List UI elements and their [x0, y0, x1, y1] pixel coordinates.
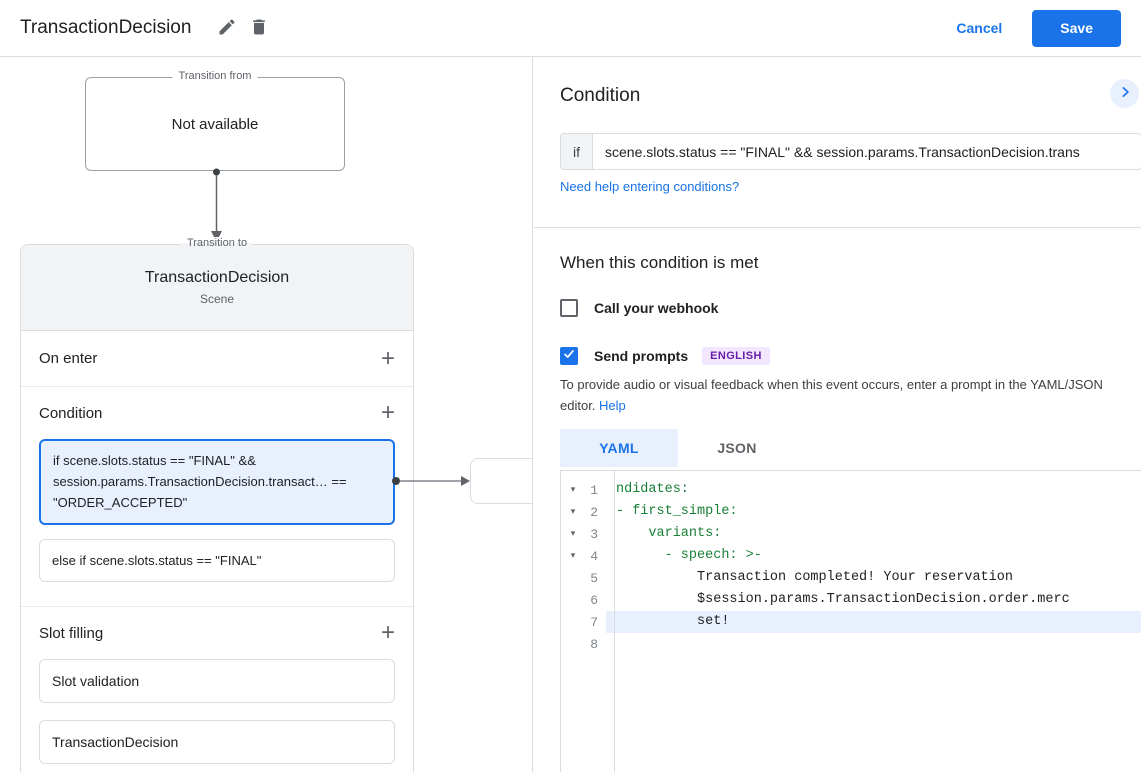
language-badge: ENGLISH — [702, 347, 770, 365]
editor-line[interactable]: ▾ 1 ndidates: — [561, 479, 1141, 501]
plus-icon: + — [380, 399, 395, 426]
add-slot-button[interactable]: + — [381, 621, 395, 645]
send-prompts-label: Send prompts — [594, 348, 689, 364]
webhook-row: Call your webhook — [560, 299, 718, 317]
condition-section-head: Condition + — [21, 387, 413, 439]
editor-line[interactable]: 8 — [561, 633, 1141, 655]
trash-icon — [249, 17, 269, 40]
edit-button[interactable] — [211, 12, 243, 44]
webhook-checkbox[interactable] — [560, 299, 578, 317]
flow-diagram: Transition from Not available Transition… — [0, 57, 533, 772]
page-title: TransactionDecision — [20, 17, 192, 38]
slot-filling-label: Slot filling — [39, 624, 104, 642]
editor-line[interactable]: ▾ 3 variants: — [561, 523, 1141, 545]
prompt-hint-text: To provide audio or visual feedback when… — [560, 377, 1103, 413]
condition-card-else[interactable]: else if scene.slots.status == "FINAL" — [39, 539, 395, 583]
code-text: variants: — [616, 526, 722, 541]
when-condition-heading: When this condition is met — [560, 253, 759, 272]
slot-card-transactiondecision[interactable]: TransactionDecision — [39, 720, 395, 765]
line-number: 2 — [590, 504, 598, 520]
linked-scene-node[interactable] — [470, 458, 532, 504]
tab-yaml[interactable]: YAML — [560, 429, 678, 467]
editor-line[interactable]: ▾ 4 - speech: >- — [561, 545, 1141, 567]
line-number: 1 — [590, 482, 598, 498]
header: TransactionDecision Cancel Save — [0, 0, 1141, 57]
help-link[interactable]: Help — [599, 398, 626, 413]
pencil-icon — [217, 17, 237, 40]
tab-json[interactable]: JSON — [678, 429, 796, 467]
transition-from-node: Transition from Not available — [85, 70, 345, 171]
transition-to-card: Transition to TransactionDecision Scene … — [20, 237, 414, 772]
editor-line[interactable]: ▾ 2 - first_simple: — [561, 501, 1141, 523]
condition-input[interactable] — [592, 133, 1141, 170]
scene-card-header: Transition to TransactionDecision Scene — [21, 237, 413, 331]
scene-subtitle: Scene — [199, 292, 235, 306]
code-text: set! — [606, 611, 1141, 633]
cancel-button[interactable]: Cancel — [956, 20, 1002, 36]
code-text: Transaction completed! Your reservation — [616, 570, 1013, 585]
line-number: 3 — [590, 526, 598, 542]
line-number: 4 — [590, 548, 598, 564]
condition-detail-panel: Condition if Need help entering conditio… — [534, 57, 1141, 772]
send-prompts-checkbox[interactable] — [560, 347, 578, 365]
line-number: 8 — [590, 636, 598, 652]
condition-input-row: if — [560, 133, 1141, 170]
fold-toggle-icon[interactable]: ▾ — [561, 551, 585, 561]
code-text: ndidates: — [616, 482, 689, 497]
condition-connector-arrow-icon — [391, 473, 475, 494]
slot-filling-section-head: Slot filling + — [21, 607, 413, 659]
transition-from-text: Not available — [171, 115, 259, 133]
plus-icon: + — [380, 619, 395, 647]
gutter-divider — [614, 471, 615, 772]
collapse-panel-button[interactable] — [1110, 79, 1139, 108]
code-text: $session.params.TransactionDecision.orde… — [616, 592, 1070, 607]
code-text: - first_simple: — [616, 504, 738, 519]
send-prompts-row: Send prompts ENGLISH — [560, 347, 770, 365]
scene-title: TransactionDecision — [144, 269, 290, 286]
add-on-enter-button[interactable]: + — [380, 344, 395, 372]
code-text: - speech: >- — [616, 548, 762, 563]
condition-section-label: Condition — [39, 404, 103, 422]
condition-card-active[interactable]: if scene.slots.status == "FINAL" && sess… — [39, 439, 395, 526]
editor-line[interactable]: 7 set! — [561, 611, 1141, 633]
line-number: 7 — [590, 614, 598, 630]
webhook-label: Call your webhook — [594, 300, 719, 316]
yaml-editor-lines: ▾ 1 ndidates: ▾ 2 - first_simple: ▾ 3 variants:… — [561, 471, 1141, 655]
check-icon — [562, 347, 576, 366]
prompt-hint: To provide audio or visual feedback when… — [560, 375, 1105, 417]
add-condition-button[interactable]: + — [381, 401, 395, 425]
delete-button[interactable] — [243, 12, 275, 44]
editor-line[interactable]: 6 $session.params.TransactionDecision.or… — [561, 589, 1141, 611]
fold-toggle-icon[interactable]: ▾ — [561, 507, 585, 517]
plus-icon: + — [380, 344, 395, 372]
line-number: 6 — [590, 592, 598, 608]
line-number: 5 — [590, 570, 598, 586]
editor-line[interactable]: 5 Transaction completed! Your reservatio… — [561, 567, 1141, 589]
condition-heading: Condition — [560, 85, 641, 106]
yaml-editor[interactable]: ▾ 1 ndidates: ▾ 2 - first_simple: ▾ 3 variants:… — [560, 470, 1141, 772]
scene-editor: TransactionDecision Cancel Save Transiti… — [0, 0, 1141, 772]
chevron-right-icon — [1115, 82, 1135, 105]
on-enter-label: On enter — [39, 350, 98, 367]
transition-from-legend: Transition from — [172, 70, 258, 82]
conditions-help-link[interactable]: Need help entering conditions? — [560, 179, 739, 194]
fold-toggle-icon[interactable]: ▾ — [561, 529, 585, 539]
if-label: if — [560, 133, 592, 170]
on-enter-row[interactable]: On enter + — [21, 331, 413, 387]
horizontal-divider — [534, 227, 1141, 228]
transition-to-legend: Transition to — [180, 237, 254, 249]
slot-card-validation[interactable]: Slot validation — [39, 659, 395, 704]
fold-toggle-icon[interactable]: ▾ — [561, 485, 585, 495]
editor-tabs: YAML JSON — [560, 429, 796, 467]
save-button[interactable]: Save — [1032, 9, 1121, 47]
